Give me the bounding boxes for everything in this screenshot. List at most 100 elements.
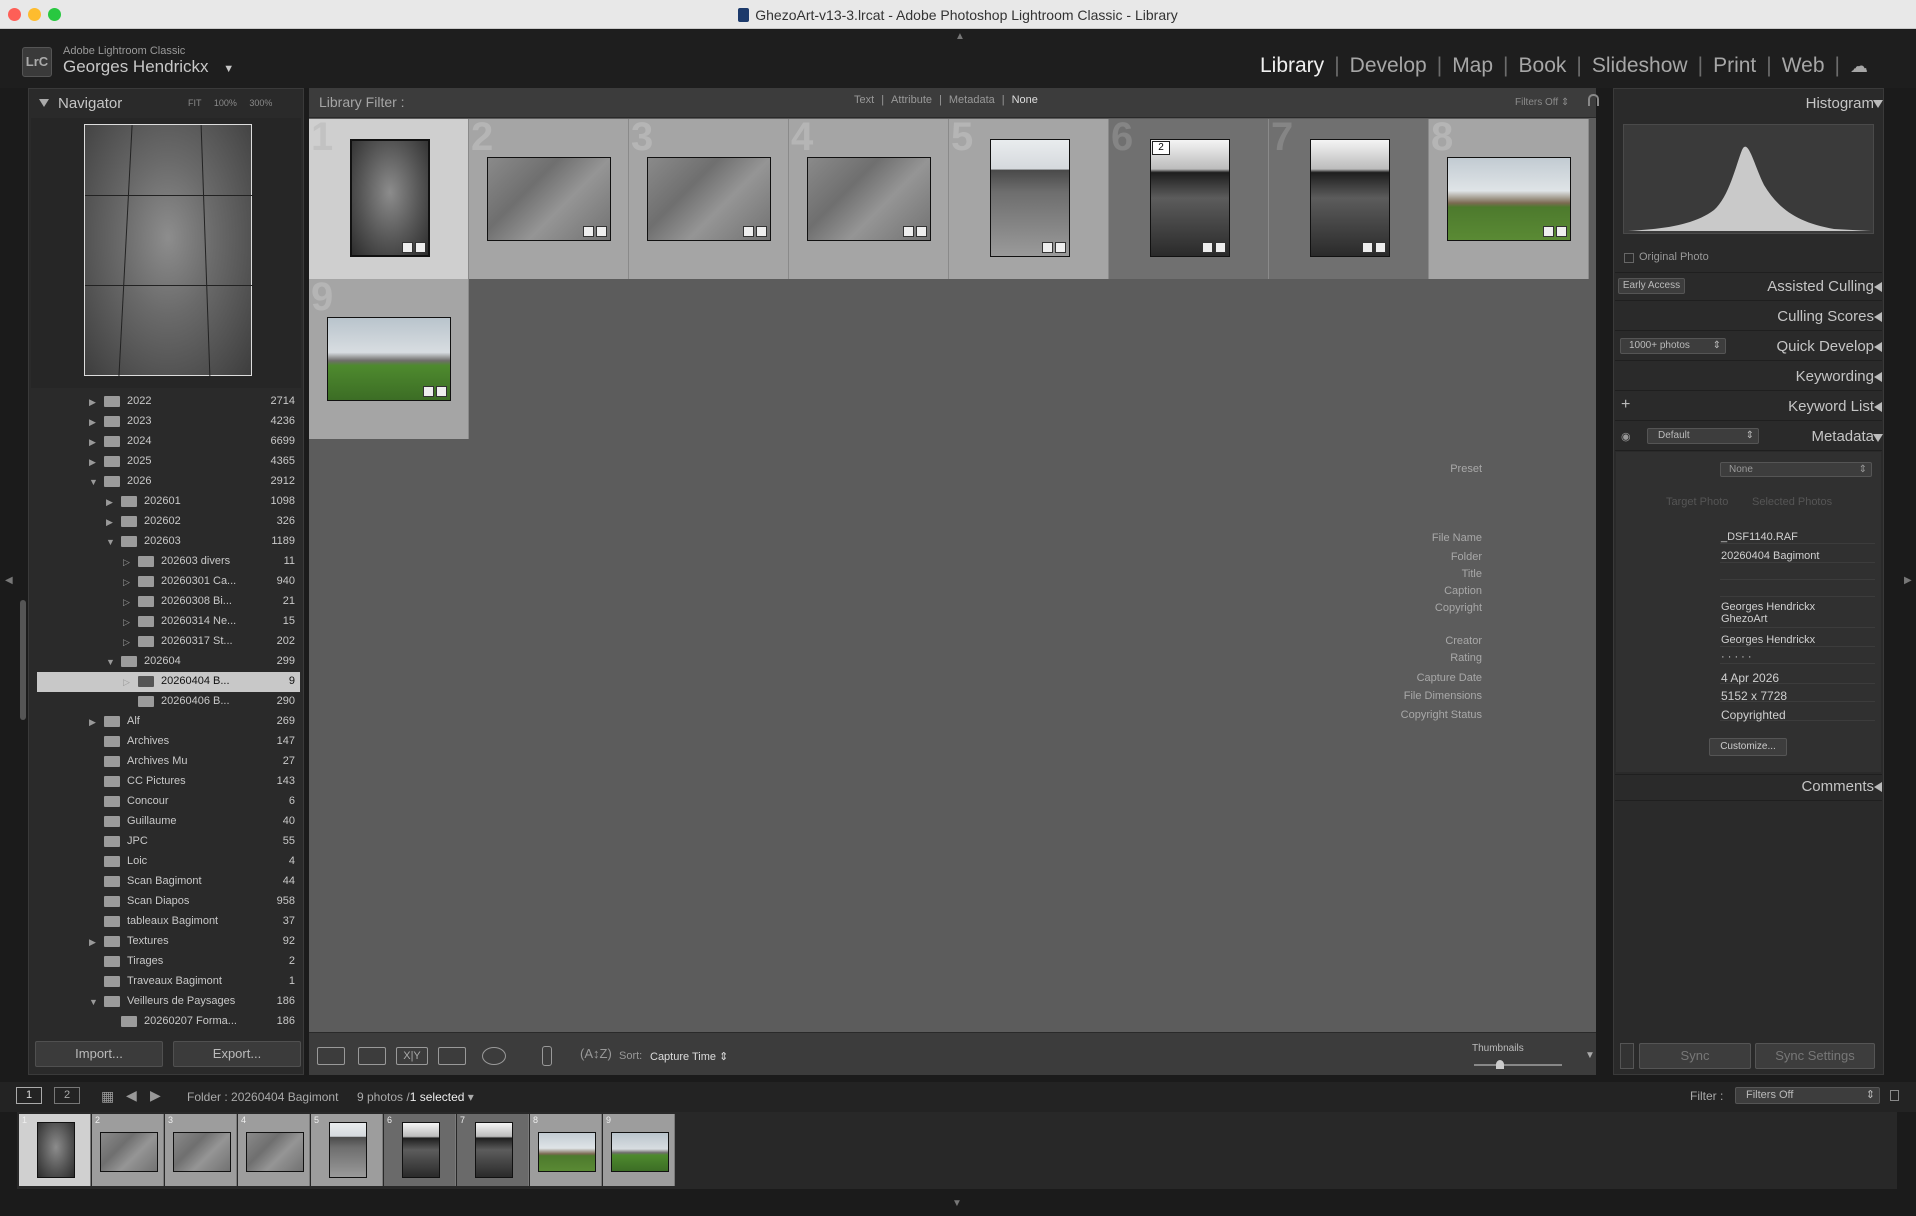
filmstrip-cell[interactable]: 6 bbox=[384, 1114, 456, 1186]
develop-badge-icon[interactable] bbox=[436, 386, 447, 397]
grid-cell[interactable]: 9 bbox=[309, 275, 469, 439]
metadata-title[interactable]: Metadata bbox=[1811, 428, 1874, 445]
photo-thumbnail[interactable] bbox=[350, 139, 430, 257]
histogram-title[interactable]: Histogram bbox=[1806, 95, 1874, 112]
disclosure-triangle-icon[interactable]: ▷ bbox=[123, 577, 130, 588]
metadata-field-value[interactable]: Georges Hendrickx GhezoArt bbox=[1721, 601, 1815, 625]
keyword-badge-icon[interactable] bbox=[743, 226, 754, 237]
disclosure-triangle-icon[interactable]: ▷ bbox=[123, 677, 130, 688]
module-map[interactable]: Map bbox=[1442, 54, 1503, 78]
sync-button[interactable]: Sync bbox=[1639, 1043, 1751, 1069]
folder-row[interactable]: ▶ 2024 6699 bbox=[37, 432, 300, 452]
lock-icon[interactable] bbox=[1588, 94, 1599, 106]
folder-row[interactable]: ▶ Alf 269 bbox=[37, 712, 300, 732]
disclosure-triangle-icon[interactable]: ▷ bbox=[123, 557, 130, 568]
disclosure-triangle-icon[interactable]: ▶ bbox=[89, 417, 96, 428]
keyword-badge-icon[interactable] bbox=[402, 242, 413, 253]
grid-view-icon[interactable] bbox=[317, 1047, 345, 1065]
toolbar-menu-chevron-icon[interactable]: ▼ bbox=[1585, 1050, 1595, 1061]
folder-row[interactable]: ▷ 20260404 B... 9 bbox=[37, 672, 300, 692]
folder-row[interactable]: Concour 6 bbox=[37, 792, 300, 812]
quick-develop-title[interactable]: Quick Develop bbox=[1776, 338, 1874, 355]
module-book[interactable]: Book bbox=[1509, 54, 1577, 78]
filmstrip-thumbnail[interactable] bbox=[246, 1132, 304, 1172]
second-screen-button[interactable]: 2 bbox=[54, 1087, 80, 1104]
keyword-list-title[interactable]: Keyword List bbox=[1788, 398, 1874, 415]
metadata-field-value[interactable]: 5152 x 7728 bbox=[1721, 689, 1787, 703]
folder-row[interactable]: ▷ 20260301 Ca... 940 bbox=[37, 572, 300, 592]
photo-thumbnail[interactable] bbox=[1310, 139, 1390, 257]
compare-view-icon[interactable]: X|Y bbox=[396, 1047, 428, 1065]
sort-direction-icon[interactable]: (A↕Z) bbox=[580, 1046, 612, 1061]
filmstrip-cell[interactable]: 3 bbox=[165, 1114, 237, 1186]
filmstrip-cell[interactable]: 9 bbox=[603, 1114, 675, 1186]
filmstrip-thumbnail[interactable] bbox=[538, 1132, 596, 1172]
folder-row[interactable]: 20260406 B... 290 bbox=[37, 692, 300, 712]
import-button[interactable]: Import... bbox=[35, 1041, 163, 1067]
filter-text[interactable]: Text bbox=[847, 94, 881, 106]
folder-row[interactable]: Archives 147 bbox=[37, 732, 300, 752]
develop-badge-icon[interactable] bbox=[756, 226, 767, 237]
folder-row[interactable]: ▶ 2023 4236 bbox=[37, 412, 300, 432]
keyword-badge-icon[interactable] bbox=[1362, 242, 1373, 253]
filmstrip-cell[interactable]: 7 bbox=[457, 1114, 529, 1186]
assisted-culling-expand-icon[interactable] bbox=[1874, 282, 1882, 292]
filter-attribute[interactable]: Attribute bbox=[884, 94, 939, 106]
develop-badge-icon[interactable] bbox=[596, 226, 607, 237]
folder-row[interactable]: ▼ 2026 2912 bbox=[37, 472, 300, 492]
module-web[interactable]: Web bbox=[1772, 54, 1835, 78]
keyword-badge-icon[interactable] bbox=[583, 226, 594, 237]
stack-count-badge[interactable]: 2 bbox=[1152, 141, 1170, 155]
develop-badge-icon[interactable] bbox=[1375, 242, 1386, 253]
left-panel-scrollbar[interactable] bbox=[20, 600, 26, 720]
right-panel-toggle-icon[interactable]: ▶ bbox=[1904, 575, 1912, 586]
grid-cell[interactable]: 3 bbox=[629, 115, 789, 279]
folder-row[interactable]: 20260207 Forma... 186 bbox=[37, 1012, 300, 1032]
module-print[interactable]: Print bbox=[1703, 54, 1766, 78]
keywording-title[interactable]: Keywording bbox=[1796, 368, 1874, 385]
folder-row[interactable]: ▷ 202603 divers 11 bbox=[37, 552, 300, 572]
keyword-badge-icon[interactable] bbox=[1202, 242, 1213, 253]
grid-cell[interactable]: 7 bbox=[1269, 115, 1429, 279]
filmstrip-filter-select[interactable]: Filters Off ⇕ bbox=[1735, 1087, 1880, 1104]
auto-sync-switch[interactable] bbox=[1620, 1043, 1634, 1069]
filmstrip-source[interactable]: Folder : 20260404 Bagimont bbox=[187, 1090, 338, 1104]
metadata-field-value[interactable]: Copyrighted bbox=[1721, 708, 1786, 722]
disclosure-triangle-icon[interactable]: ▼ bbox=[89, 477, 98, 487]
culling-scores-title[interactable]: Culling Scores bbox=[1777, 308, 1874, 325]
folder-row[interactable]: Tirages 2 bbox=[37, 952, 300, 972]
photo-thumbnail[interactable] bbox=[1150, 139, 1230, 257]
module-develop[interactable]: Develop bbox=[1340, 54, 1437, 78]
selected-photos-toggle[interactable]: Selected Photos bbox=[1752, 496, 1832, 508]
keyword-badge-icon[interactable] bbox=[1042, 242, 1053, 253]
folder-row[interactable]: Archives Mu 27 bbox=[37, 752, 300, 772]
disclosure-triangle-icon[interactable]: ▷ bbox=[123, 597, 130, 608]
target-photo-toggle[interactable]: Target Photo bbox=[1666, 496, 1728, 508]
quick-develop-expand-icon[interactable] bbox=[1874, 342, 1882, 352]
metadata-field-value[interactable]: 4 Apr 2026 bbox=[1721, 671, 1779, 685]
metadata-field-value[interactable]: _DSF1140.RAF bbox=[1721, 531, 1798, 543]
disclosure-triangle-icon[interactable]: ▶ bbox=[106, 497, 113, 508]
left-panel-toggle-icon[interactable]: ◀ bbox=[5, 575, 13, 586]
metadata-field-value[interactable]: Georges Hendrickx bbox=[1721, 634, 1815, 646]
eye-icon[interactable]: ◉ bbox=[1621, 430, 1631, 443]
filmstrip-thumbnail[interactable] bbox=[611, 1132, 669, 1172]
filmstrip-cell[interactable]: 4 bbox=[238, 1114, 310, 1186]
filmstrip-toggle-icon[interactable]: ▼ bbox=[952, 1198, 962, 1209]
top-panel-toggle-icon[interactable]: ▲ bbox=[955, 31, 965, 42]
folder-row[interactable]: Traveaux Bagimont 1 bbox=[37, 972, 300, 992]
loupe-view-icon[interactable] bbox=[358, 1047, 386, 1065]
histogram-collapse-icon[interactable] bbox=[1873, 100, 1883, 108]
keyword-badge-icon[interactable] bbox=[423, 386, 434, 397]
folder-row[interactable]: ▶ 2022 2714 bbox=[37, 392, 300, 412]
filter-preset-select[interactable]: Filters Off ⇕ bbox=[1515, 97, 1569, 108]
spray-can-icon[interactable] bbox=[542, 1046, 552, 1066]
filmstrip-thumbnail[interactable] bbox=[37, 1122, 75, 1178]
sync-settings-button[interactable]: Sync Settings bbox=[1755, 1043, 1875, 1069]
zoom-100[interactable]: 100% bbox=[214, 98, 237, 108]
folder-row[interactable]: CC Pictures 143 bbox=[37, 772, 300, 792]
navigator-title[interactable]: Navigator bbox=[58, 95, 122, 112]
folder-row[interactable]: Scan Bagimont 44 bbox=[37, 872, 300, 892]
folder-row[interactable]: Scan Diapos 958 bbox=[37, 892, 300, 912]
grid-cell[interactable]: 62 bbox=[1109, 115, 1269, 279]
